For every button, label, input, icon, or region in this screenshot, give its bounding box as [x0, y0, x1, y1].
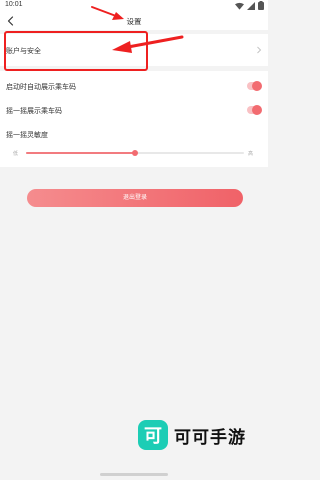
status-bar: 10:01: [0, 0, 268, 12]
logout-button[interactable]: 退出登录: [27, 189, 243, 207]
title-bar: 设置: [0, 12, 268, 30]
chevron-right-icon: [257, 46, 262, 54]
signal-icon: [247, 1, 255, 10]
auto-show-code-toggle[interactable]: [247, 81, 262, 91]
status-icons: [235, 1, 264, 10]
slider-thumb[interactable]: [132, 150, 138, 156]
status-time: 10:01: [5, 1, 23, 8]
shake-sensitivity-label: 摇一摇灵敏度: [6, 132, 48, 139]
sensitivity-slider[interactable]: [26, 150, 244, 156]
battery-icon: [258, 1, 264, 10]
annotation-highlight-box: [4, 31, 148, 71]
home-indicator: [100, 473, 168, 476]
toggle-knob: [252, 81, 262, 91]
sensitivity-low-label: 低: [13, 151, 19, 157]
shake-show-code-toggle[interactable]: [247, 105, 262, 115]
wifi-icon: [235, 2, 244, 10]
watermark-logo: 可: [138, 420, 168, 450]
watermark: 可 可可手游: [138, 420, 246, 450]
slider-fill: [26, 152, 135, 154]
toggle-knob: [252, 105, 262, 115]
page-title: 设置: [126, 17, 142, 26]
watermark-text: 可可手游: [174, 427, 246, 447]
shake-show-code-label: 摇一摇展示乘车码: [6, 108, 62, 115]
auto-show-code-label: 启动时自动展示乘车码: [6, 84, 76, 91]
sensitivity-high-label: 高: [247, 151, 253, 157]
